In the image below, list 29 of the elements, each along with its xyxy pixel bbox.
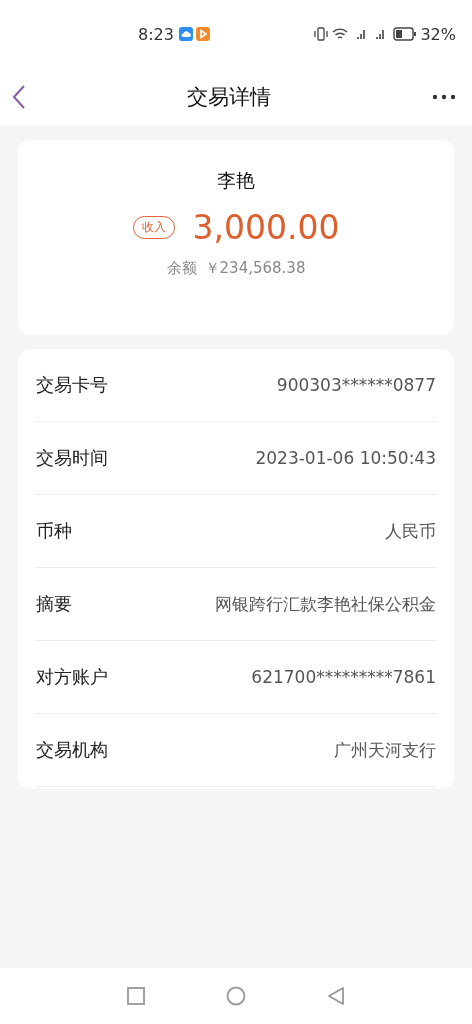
detail-label: 币种 [36,519,72,543]
detail-label: 交易机构 [36,738,108,762]
battery-percent: 32% [420,24,456,44]
balance-value: ￥234,568.38 [204,259,306,278]
amount: 3,000.00 [192,208,340,247]
detail-value: 广州天河支行 [334,738,436,762]
back-icon[interactable] [12,83,26,110]
status-time: 8:23 [138,24,174,44]
page-title: 交易详情 [187,83,271,111]
detail-label: 交易时间 [36,446,108,470]
battery-icon [393,27,418,41]
detail-label: 对方账户 [36,665,108,689]
detail-value: 网银跨行汇款李艳社保公积金 [215,592,436,616]
balance-label: 余额 [166,259,197,278]
recents-icon[interactable] [126,986,146,1006]
cloud-app-icon [178,27,193,41]
payee-name: 李艳 [217,168,255,193]
detail-value: 621700*********7861 [251,667,436,687]
detail-value: 900303******0877 [276,375,436,395]
detail-value: 2023-01-06 10:50:43 [255,448,436,468]
wifi-icon [332,27,349,41]
detail-label: 交易卡号 [36,373,108,397]
detail-value: 人民币 [385,519,436,543]
vibrate-icon [313,27,330,41]
detail-label: 摘要 [36,592,72,616]
more-icon[interactable] [432,93,456,100]
play-app-icon [195,27,210,41]
home-icon[interactable] [226,986,246,1006]
back-nav-icon[interactable] [326,986,346,1006]
